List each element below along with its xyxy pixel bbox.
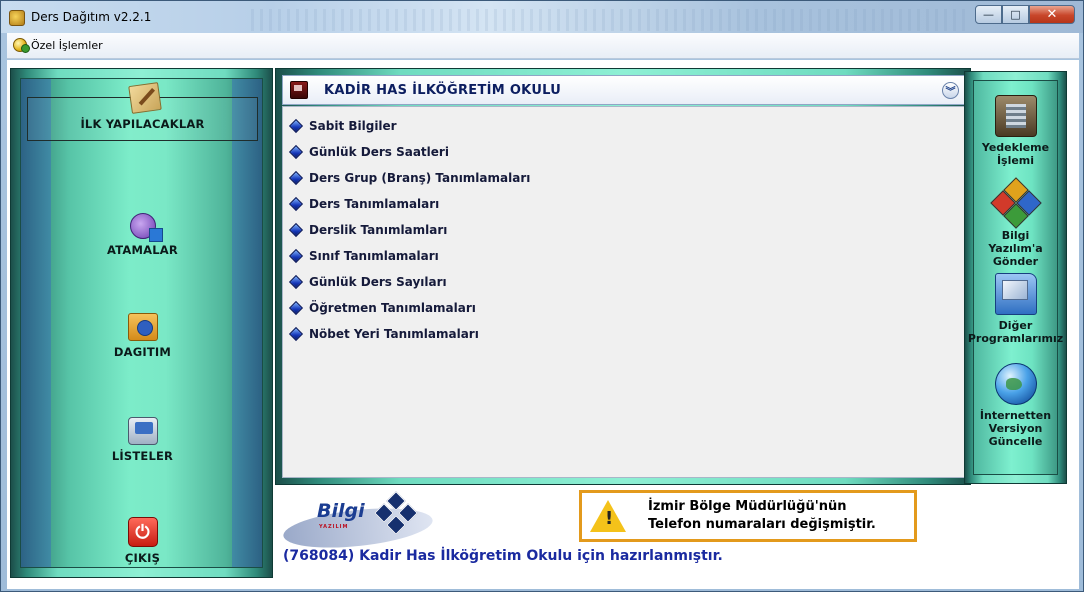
task-list: Sabit Bilgiler Günlük Ders Saatleri Ders… [282,106,966,478]
prepared-for-text: (768084) Kadir Has İlköğretim Okulu için… [283,548,723,564]
notice-line-2: Telefon numaraları değişmiştir. [648,517,876,532]
notice-text: İzmir Bölge Müdürlüğü'nün Telefon numara… [648,498,876,534]
right-tools-inner: Yedekleme İşlemi Bilgi Yazılım'a Gönder … [968,80,1063,475]
diamond-bullet-icon [288,300,304,316]
bottom-banner: Bilgi YAZILIM ! İzmir Bölge Müdürlüğü'nü… [281,486,1061,574]
diamond-bullet-icon [288,144,304,160]
logo-diamonds-icon [371,491,421,542]
task-item[interactable]: Ders Grup (Branş) Tanımlamaları [283,165,965,191]
maximize-button[interactable]: □ [1002,5,1029,24]
tool-label: Diğer Programlarımız [967,319,1064,345]
pencil-paper-icon [128,82,162,114]
nav-ilk-yapilacaklar[interactable]: İLK YAPILACAKLAR [27,82,258,141]
minimize-button[interactable]: — [975,5,1002,24]
task-item[interactable]: Günlük Ders Saatleri [283,139,965,165]
menu-bar: Özel İşlemler [7,33,1079,59]
app-window: Ders Dağıtım v2.2.1 — □ ✕ Özel İşlemler … [0,0,1084,592]
coins-icon [13,38,30,53]
bilgi-yazilim-logo[interactable]: Bilgi YAZILIM [281,486,443,554]
printer-list-icon [127,417,158,445]
tool-yedekleme[interactable]: Yedekleme İşlemi [974,95,1057,167]
folder-icon [994,273,1037,315]
task-label: Günlük Ders Sayıları [309,275,447,289]
power-exit-icon: ⏻ [127,517,158,547]
task-panel-header[interactable]: KADİR HAS İLKÖĞRETİM OKULU ︾ [282,75,966,105]
tool-diger-programlar[interactable]: Diğer Programlarımız [968,273,1063,345]
task-item[interactable]: Derslik Tanımlamları [283,217,965,243]
menu-ozel-islemler[interactable]: Özel İşlemler [13,38,103,53]
left-nav-panel: İLK YAPILACAKLAR ATAMALAR DAGITIM LİSTEL… [10,68,273,578]
globe-icon [994,363,1037,405]
send-diamonds-icon [989,177,1042,229]
school-icon [290,81,308,99]
nav-atamalar[interactable]: ATAMALAR [27,191,258,261]
task-item[interactable]: Günlük Ders Sayıları [283,269,965,295]
tool-versiyon-guncelle[interactable]: İnternetten Versiyon Güncelle [974,363,1057,448]
task-label: Derslik Tanımlamları [309,223,448,237]
diamond-bullet-icon [288,118,304,134]
nav-dagitim[interactable]: DAGITIM [27,293,258,363]
title-bar-decoration [251,9,971,31]
backup-icon [994,95,1037,137]
client-area: İLK YAPILACAKLAR ATAMALAR DAGITIM LİSTEL… [7,60,1079,589]
nav-label: LİSTELER [111,449,174,463]
nav-listeler[interactable]: LİSTELER [27,397,258,467]
task-item[interactable]: Sabit Bilgiler [283,113,965,139]
task-item[interactable]: Nöbet Yeri Tanımlamaları [283,321,965,347]
tool-label: Bilgi Yazılım'a Gönder [988,229,1043,268]
school-title: KADİR HAS İLKÖĞRETİM OKULU [324,82,562,98]
assign-icon [129,213,163,242]
right-tools-panel: Yedekleme İşlemi Bilgi Yazılım'a Gönder … [964,71,1067,484]
distribution-icon [127,313,158,341]
center-task-panel: KADİR HAS İLKÖĞRETİM OKULU ︾ Sabit Bilgi… [275,68,971,485]
app-icon[interactable] [9,10,25,26]
logo-text: Bilgi [317,500,365,522]
notice-line-1: İzmir Bölge Müdürlüğü'nün [648,499,847,514]
close-button[interactable]: ✕ [1029,5,1075,24]
task-label: Sınıf Tanımlamaları [309,249,439,263]
tool-label: Yedekleme İşlemi [981,141,1050,167]
nav-label: ÇIKIŞ [124,551,161,565]
diamond-bullet-icon [288,248,304,264]
task-label: Günlük Ders Saatleri [309,145,449,159]
collapse-chevron-icon[interactable]: ︾ [942,82,959,99]
diamond-bullet-icon [288,222,304,238]
nav-label: İLK YAPILACAKLAR [80,117,205,131]
diamond-bullet-icon [288,326,304,342]
nav-cikis[interactable]: ⏻ ÇIKIŞ [27,499,258,569]
notice-box: ! İzmir Bölge Müdürlüğü'nün Telefon numa… [579,490,917,542]
window-controls: — □ ✕ [975,5,1075,25]
task-label: Öğretmen Tanımlamaları [309,301,476,315]
task-label: Sabit Bilgiler [309,119,397,133]
menu-label: Özel İşlemler [31,38,103,52]
diamond-bullet-icon [288,274,304,290]
diamond-bullet-icon [288,196,304,212]
diamond-bullet-icon [288,170,304,186]
task-label: Ders Tanımlamaları [309,197,440,211]
task-item[interactable]: Sınıf Tanımlamaları [283,243,965,269]
warning-icon: ! [590,500,626,532]
task-item[interactable]: Ders Tanımlamaları [283,191,965,217]
tool-bilgi-gonder[interactable]: Bilgi Yazılım'a Gönder [974,177,1057,268]
task-item[interactable]: Öğretmen Tanımlamaları [283,295,965,321]
task-label: Ders Grup (Branş) Tanımlamaları [309,171,531,185]
nav-label: DAGITIM [113,345,172,359]
title-bar[interactable]: Ders Dağıtım v2.2.1 — □ ✕ [1,1,1083,33]
logo-subtext: YAZILIM [319,524,349,530]
tool-label: İnternetten Versiyon Güncelle [979,409,1052,448]
nav-label: ATAMALAR [107,243,178,257]
task-label: Nöbet Yeri Tanımlamaları [309,327,479,341]
window-title: Ders Dağıtım v2.2.1 [31,10,152,24]
left-nav-inner: İLK YAPILACAKLAR ATAMALAR DAGITIM LİSTEL… [20,78,263,568]
